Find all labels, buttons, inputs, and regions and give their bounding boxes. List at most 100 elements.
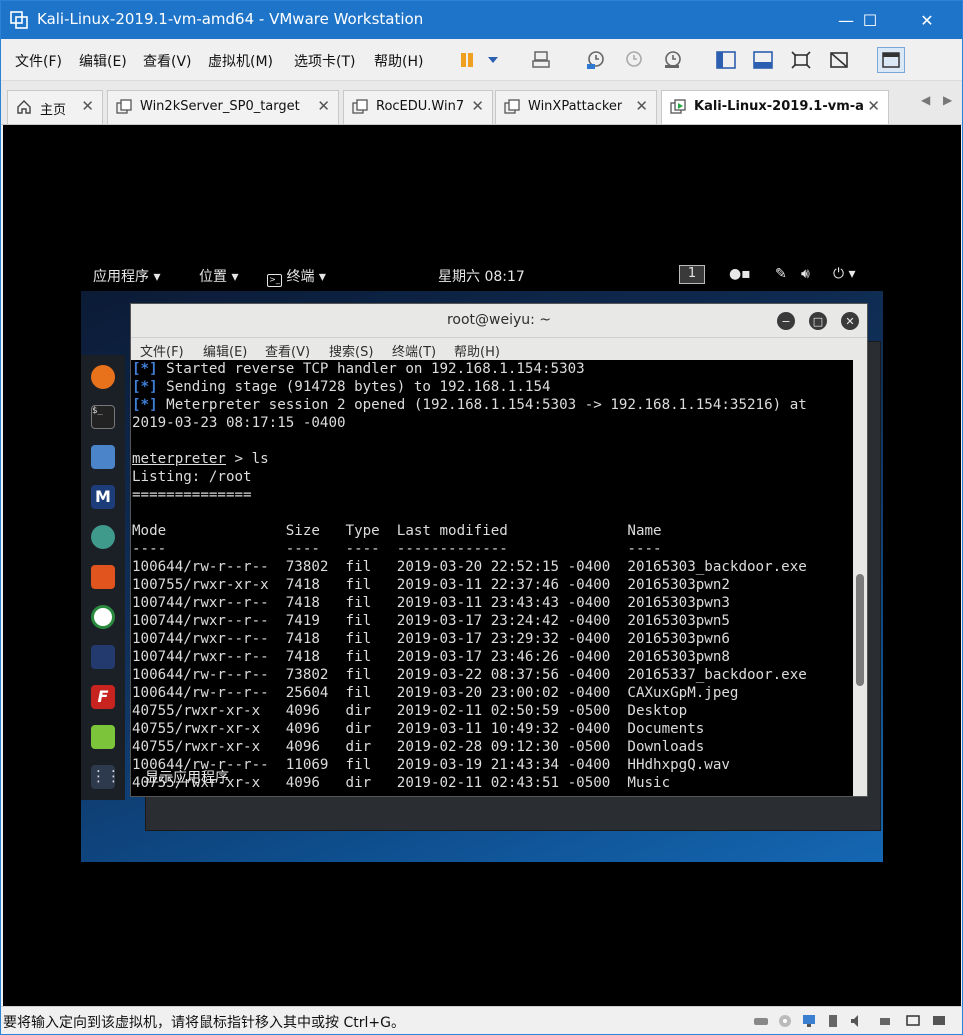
faraday-icon[interactable]: F — [91, 685, 115, 709]
menu-help[interactable]: 帮助(H) — [374, 51, 423, 71]
files-icon[interactable] — [91, 445, 115, 469]
chevron-down-icon: ▾ — [153, 269, 161, 285]
line-text: > ls — [225, 451, 269, 467]
terminal-minimize-button[interactable]: − — [777, 312, 795, 330]
tab-kali-linux[interactable]: Kali-Linux-2019.1-vm-am... ✕ — [661, 90, 889, 124]
maximize-button[interactable]: ☐ — [847, 1, 893, 39]
terminal-maximize-button[interactable]: □ — [809, 312, 827, 330]
terminal-menu-terminal[interactable]: 终端(T) — [392, 341, 436, 360]
clock[interactable]: 星期六 08:17 — [438, 266, 525, 286]
terminal-line: 100744/rwxr--r-- 7418 fil 2019-03-17 23:… — [132, 649, 730, 665]
tab-scroll-left-icon[interactable]: ◀ — [921, 93, 930, 107]
pause-icon[interactable] — [453, 47, 481, 73]
close-button[interactable]: ✕ — [904, 1, 950, 39]
terminal-line: 40755/rwxr-xr-x 4096 dir 2019-03-11 10:4… — [132, 721, 705, 737]
places-menu[interactable]: 位置 ▾ — [199, 266, 238, 286]
terminal-icon[interactable]: $_ — [91, 405, 115, 429]
maltego-icon[interactable] — [91, 645, 115, 669]
terminal-menu-view[interactable]: 查看(V) — [265, 341, 310, 360]
camera-icon[interactable]: ●▪ — [729, 266, 751, 282]
chevron-down-icon: ▾ — [231, 269, 239, 285]
terminal-output[interactable]: [*] Started reverse TCP handler on 192.1… — [131, 360, 853, 796]
show-applications-icon[interactable]: ⋮⋮ — [91, 765, 121, 789]
menu-vm[interactable]: 虚拟机(M) — [208, 51, 273, 71]
close-icon[interactable]: ✕ — [81, 97, 94, 115]
terminal-scrollbar[interactable] — [853, 360, 867, 796]
snapshot-manager-icon[interactable] — [658, 47, 686, 73]
pen-icon[interactable]: ✎ — [775, 266, 787, 282]
gnome-top-bar: 应用程序 ▾ 位置 ▾ >_ 终端 ▾ 星期六 08:17 1 ●▪ ✎ 🔊︎ … — [81, 259, 883, 291]
thumbnail-bar-icon[interactable] — [749, 47, 777, 73]
tab-scroll-right-icon[interactable]: ▶ — [943, 93, 952, 107]
info-prefix: [*] — [132, 379, 158, 395]
display-icon[interactable] — [905, 1013, 921, 1029]
snapshot-icon[interactable] — [581, 47, 609, 73]
vm-display[interactable]: 应用程序 ▾ 位置 ▾ >_ 终端 ▾ 星期六 08:17 1 ●▪ ✎ 🔊︎ … — [3, 125, 961, 1006]
burpsuite-icon[interactable] — [91, 565, 115, 589]
close-icon[interactable]: ✕ — [471, 97, 484, 115]
terminal-line: ---- ---- ---- ------------- ---- — [132, 541, 662, 557]
tab-rocedu-win7[interactable]: RocEDU.Win7 ✕ — [343, 90, 493, 124]
terminal-app-menu[interactable]: >_ 终端 ▾ — [267, 266, 326, 287]
applications-label: 应用程序 — [93, 269, 149, 285]
terminal-line: 100744/rwxr--r-- 7419 fil 2019-03-17 23:… — [132, 613, 730, 629]
printer-icon[interactable] — [877, 1013, 893, 1029]
tab-bar: 主页 ✕ Win2kServer_SP0_target ✕ RocEDU.Win… — [1, 81, 962, 125]
line-text: Started reverse TCP handler on 192.168.1… — [157, 361, 585, 377]
close-icon[interactable]: ✕ — [635, 97, 648, 115]
applications-menu[interactable]: 应用程序 ▾ — [93, 266, 160, 286]
terminal-menu-search[interactable]: 搜索(S) — [329, 341, 373, 360]
gnome-dock: $_ M F ⋮⋮ — [81, 355, 125, 800]
volume-icon[interactable]: 🔊︎ — [801, 266, 810, 282]
maximize-icon: ☐ — [862, 10, 878, 30]
terminal-line: 100744/rwxr--r-- 7418 fil 2019-03-17 23:… — [132, 631, 730, 647]
menu-file[interactable]: 文件(F) — [15, 51, 62, 71]
sound-icon[interactable] — [849, 1013, 865, 1029]
tab-label: WinXPattacker — [528, 99, 623, 114]
firefox-icon[interactable] — [91, 365, 115, 389]
terminal-menu-file[interactable]: 文件(F) — [140, 341, 184, 360]
close-icon[interactable]: ✕ — [867, 97, 880, 115]
sidebar-toggle-icon[interactable] — [712, 47, 740, 73]
network-icon[interactable] — [801, 1013, 817, 1029]
unity-icon[interactable] — [825, 47, 853, 73]
terminal-menu-edit[interactable]: 编辑(E) — [203, 341, 247, 360]
menu-edit[interactable]: 编辑(E) — [79, 51, 127, 71]
menu-view[interactable]: 查看(V) — [143, 51, 192, 71]
scrollbar-thumb[interactable] — [856, 574, 864, 686]
cd-drive-icon[interactable] — [777, 1013, 793, 1029]
armitage-icon[interactable] — [91, 525, 115, 549]
close-icon[interactable]: ✕ — [317, 97, 330, 115]
leafpad-icon[interactable] — [91, 725, 115, 749]
menu-tabs[interactable]: 选项卡(T) — [294, 51, 355, 71]
terminal-line: [*] Started reverse TCP handler on 192.1… — [132, 360, 853, 378]
power-icon[interactable]: ⏻ ▾ — [833, 266, 856, 282]
terminal-window: root@weiyu: ~ − □ ✕ 文件(F) 编辑(E) 查看(V) 搜索… — [130, 303, 868, 797]
terminal-line: 40755/rwxr-xr-x 4096 dir 2019-02-28 09:1… — [132, 739, 705, 755]
usb-icon[interactable] — [825, 1013, 841, 1029]
metasploit-icon[interactable]: M — [91, 485, 115, 509]
terminal-line: meterpreter > ls — [132, 450, 853, 468]
workspace-indicator[interactable]: 1 — [679, 265, 705, 284]
info-prefix: [*] — [132, 397, 158, 413]
hard-disk-icon[interactable] — [753, 1013, 769, 1029]
beef-icon[interactable] — [91, 605, 115, 629]
terminal-line: 100755/rwxr-xr-x 7418 fil 2019-03-11 22:… — [132, 577, 730, 593]
terminal-line: Listing: /root — [132, 469, 252, 485]
tab-win2kserver[interactable]: Win2kServer_SP0_target ✕ — [107, 90, 339, 124]
chevron-down-icon[interactable] — [479, 47, 507, 73]
tab-home[interactable]: 主页 ✕ — [7, 90, 103, 124]
fullscreen-icon[interactable] — [787, 47, 815, 73]
terminal-menu-help[interactable]: 帮助(H) — [454, 341, 500, 360]
console-view-icon[interactable] — [877, 47, 905, 73]
message-icon[interactable] — [931, 1013, 947, 1029]
terminal-close-button[interactable]: ✕ — [841, 312, 859, 330]
terminal-line: 100644/rw-r--r-- 73802 fil 2019-03-20 22… — [132, 559, 807, 575]
tab-label: Kali-Linux-2019.1-vm-am... — [694, 99, 864, 114]
terminal-icon: >_ — [267, 274, 282, 287]
terminal-line: 100644/rw-r--r-- 11069 fil 2019-03-19 21… — [132, 757, 730, 773]
send-keys-icon[interactable] — [527, 47, 555, 73]
revert-snapshot-icon[interactable] — [619, 47, 647, 73]
tab-winxpattacker[interactable]: WinXPattacker ✕ — [495, 90, 657, 124]
